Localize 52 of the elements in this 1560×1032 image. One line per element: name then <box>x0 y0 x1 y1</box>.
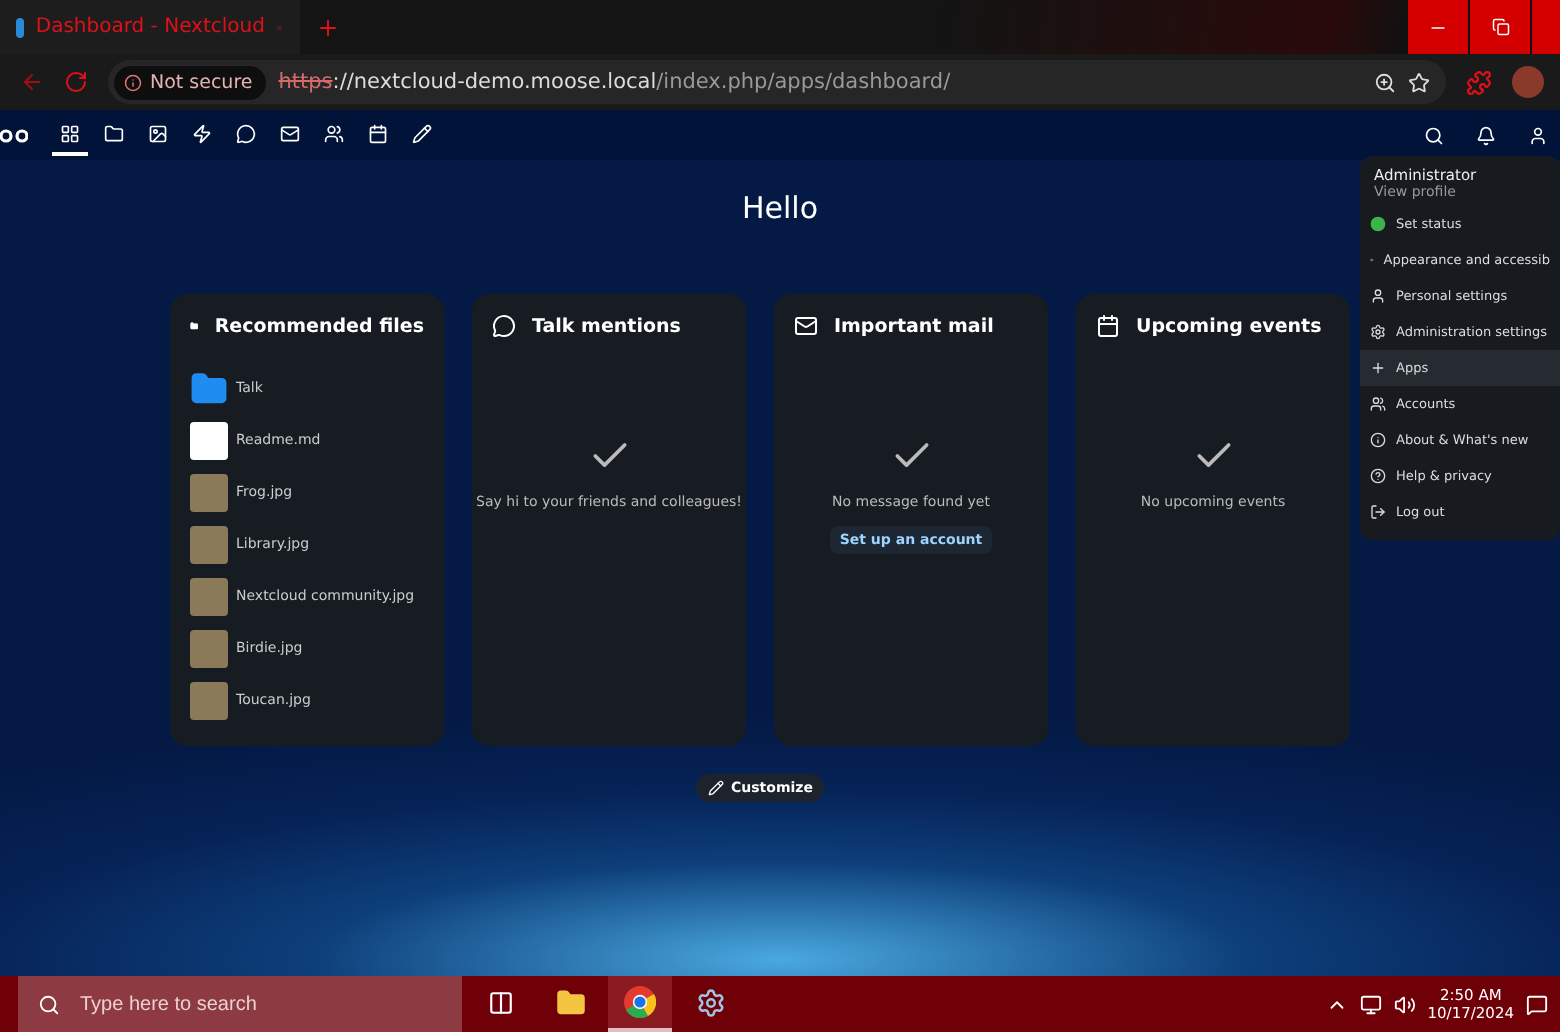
taskbar-search-field[interactable]: Type here to search <box>18 976 462 1032</box>
widget-title: Talk mentions <box>532 315 681 337</box>
admin-icon <box>1370 324 1386 340</box>
document-thumbnail <box>190 421 228 459</box>
pencil-icon <box>707 780 724 796</box>
taskbar-app[interactable] <box>608 976 672 1032</box>
restore-icon <box>1491 18 1509 36</box>
folder-icon <box>190 369 228 407</box>
personal-icon <box>1370 288 1386 304</box>
browser-icon <box>624 986 656 1018</box>
accounts-icon <box>1370 396 1386 412</box>
apps-icon <box>1370 360 1386 376</box>
bell-icon[interactable] <box>1476 125 1496 145</box>
photo-placeholder <box>190 681 228 719</box>
zoom-icon[interactable] <box>1374 71 1396 93</box>
network-icon[interactable] <box>1359 993 1382 1015</box>
task-view-icon <box>487 989 513 1015</box>
talk-icon <box>492 314 516 338</box>
search-icon <box>38 993 60 1015</box>
search-icon[interactable] <box>1424 125 1444 145</box>
greeting: Hello <box>741 190 819 226</box>
bookmark-icon[interactable] <box>1408 71 1430 93</box>
search-input[interactable]: Type here to search <box>76 991 442 1017</box>
mail-icon <box>794 314 818 338</box>
notification-icon[interactable] <box>1526 993 1548 1015</box>
contacts-icon[interactable] <box>1528 125 1548 145</box>
gear-icon <box>695 987 725 1017</box>
address-bar[interactable]: Not secure https://nextcloud-demo.moose.local/index.php/apps/dashboard/ <box>108 60 1446 104</box>
widget-title: Important mail <box>834 315 994 337</box>
tab-title: Dashboard - Nextcloud <box>35 16 265 38</box>
new-tab-icon[interactable] <box>316 15 340 39</box>
widget-title: Upcoming events <box>1136 315 1322 337</box>
folder-icon <box>555 987 585 1017</box>
photo-placeholder <box>190 577 228 615</box>
security-chip[interactable]: Not secure <box>114 65 267 99</box>
logo-icon[interactable] <box>0 125 28 145</box>
extension-icon[interactable] <box>1466 69 1492 95</box>
status-dot-icon <box>1370 216 1386 232</box>
url-text: https://nextcloud-demo.moose.local/index.php/apps/dashboard/ <box>278 70 953 94</box>
photo-placeholder <box>190 525 228 563</box>
about-icon <box>1370 432 1386 448</box>
calendar-icon <box>1096 314 1120 338</box>
photo-placeholder <box>190 473 228 511</box>
widget-title: Recommended files <box>214 315 424 337</box>
help-icon <box>1370 468 1386 484</box>
reload-icon[interactable] <box>64 70 88 94</box>
speaker-icon[interactable] <box>1393 993 1416 1015</box>
warning-icon <box>124 73 142 91</box>
photo-placeholder <box>190 629 228 667</box>
restore-button[interactable] <box>1470 0 1530 54</box>
logout-icon <box>1370 504 1386 520</box>
tab-favicon <box>16 17 24 37</box>
